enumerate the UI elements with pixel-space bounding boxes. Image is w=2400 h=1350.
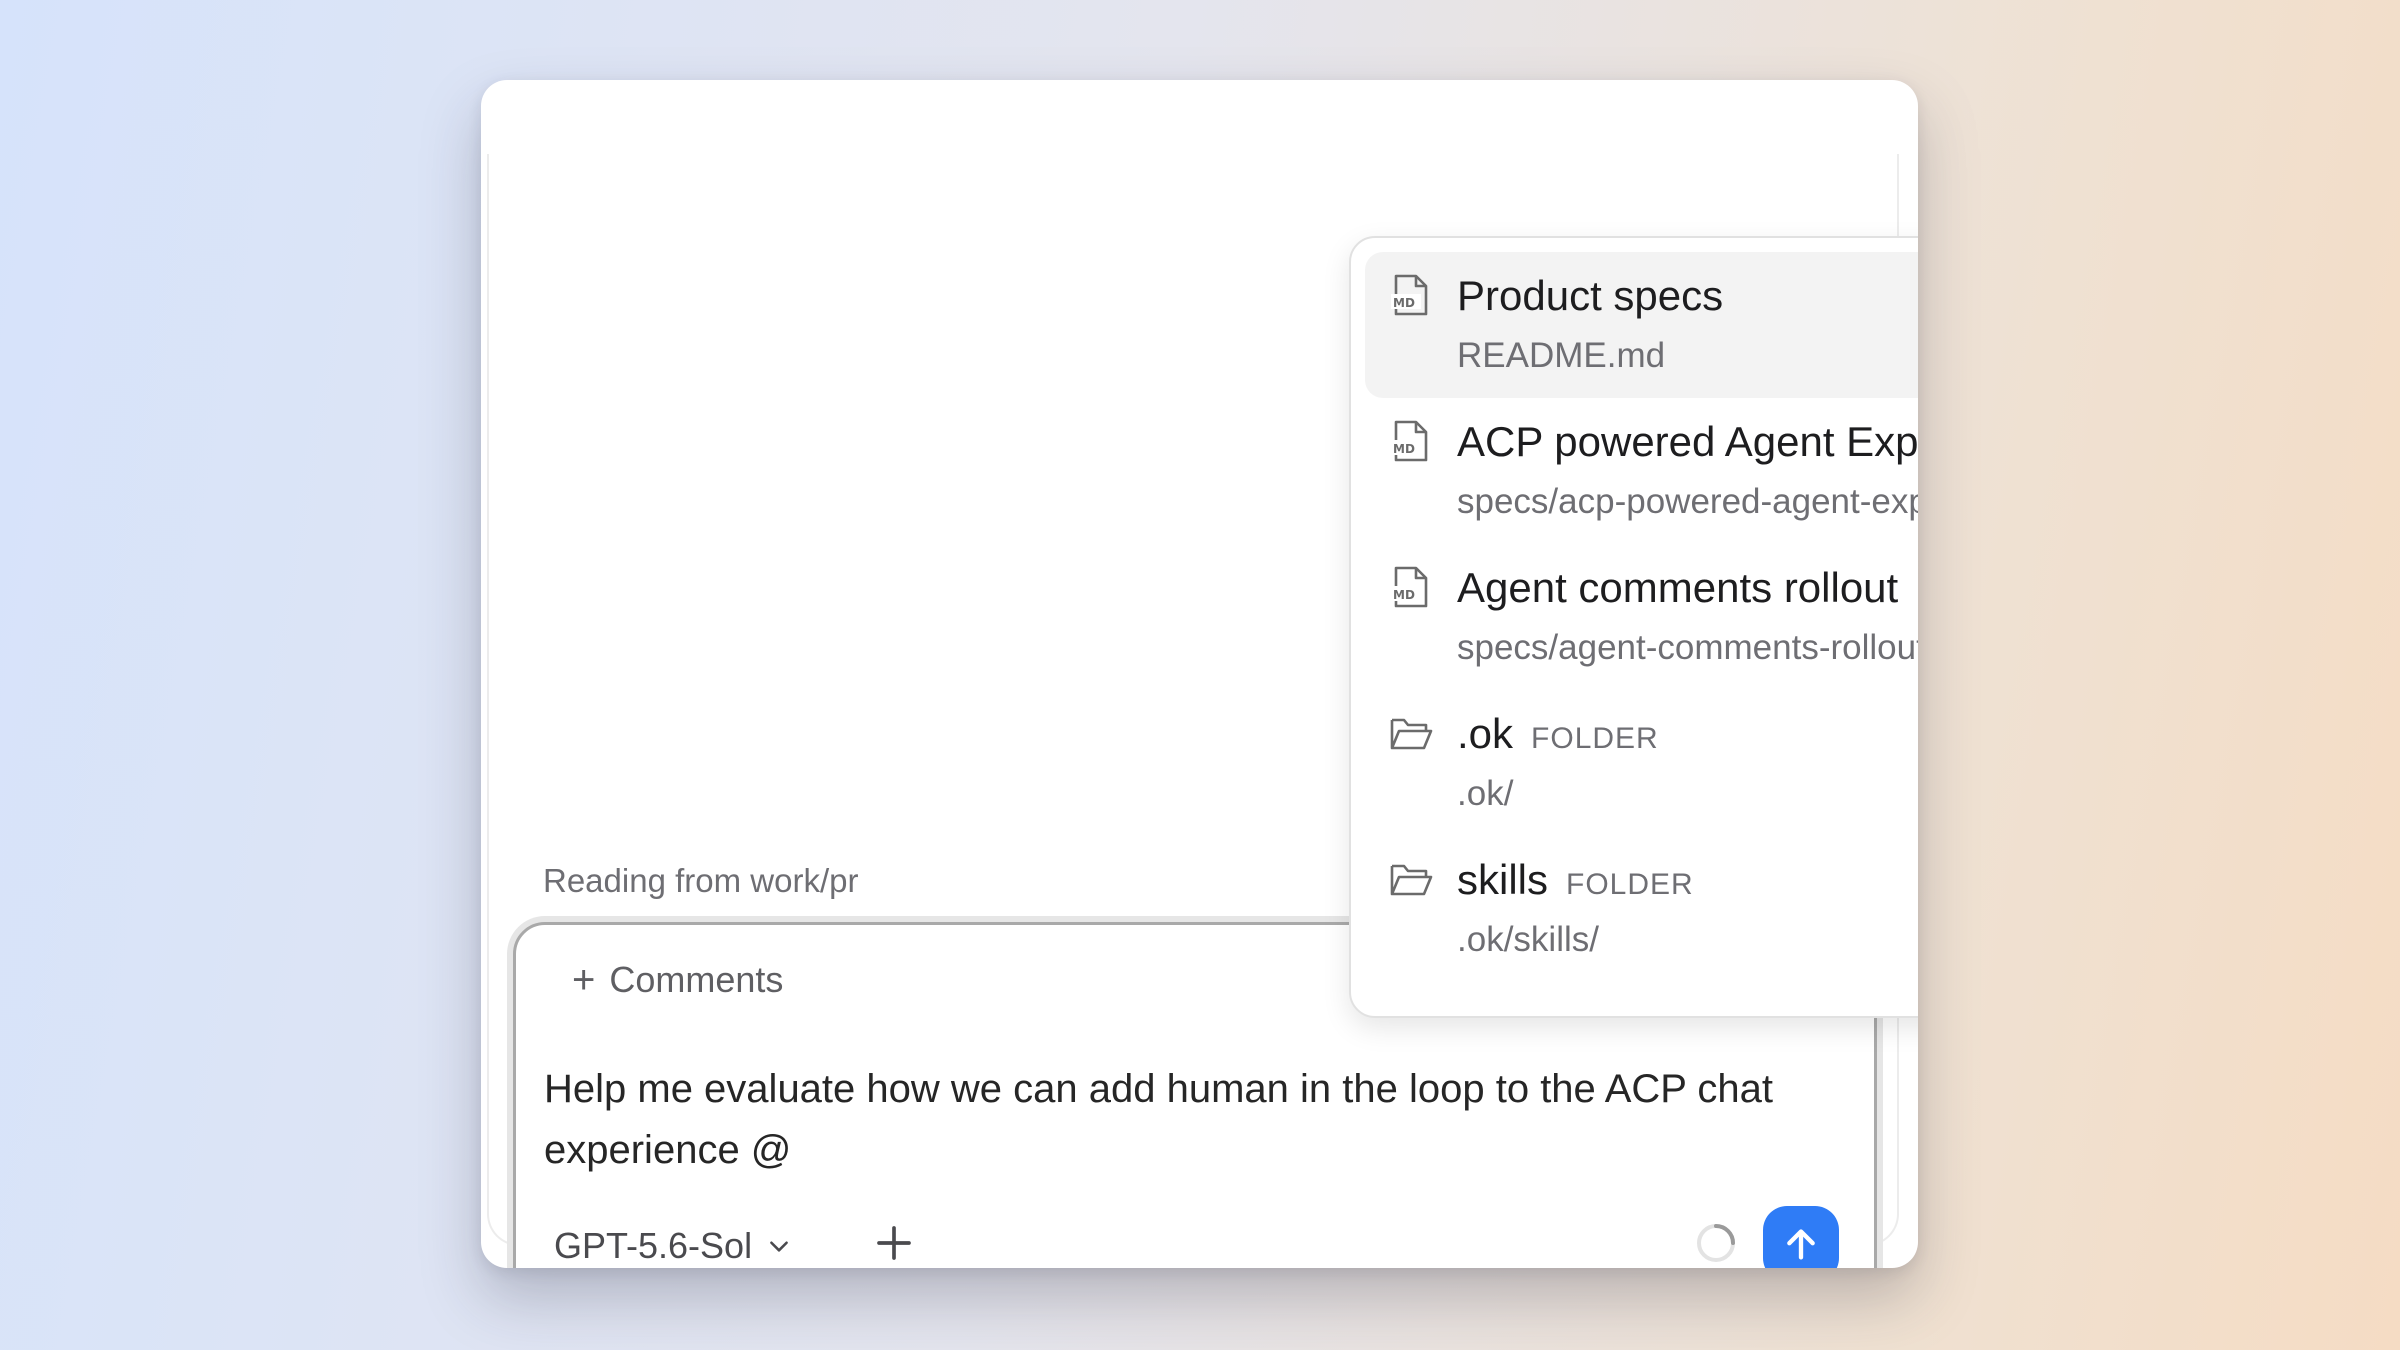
svg-text:MD: MD xyxy=(1393,588,1415,602)
folder-badge: FOLDER xyxy=(1531,722,1659,755)
mention-title-text: Product specs xyxy=(1457,272,1724,319)
mention-item-folder[interactable]: skills FOLDER .ok/skills/ xyxy=(1365,836,1918,982)
arrow-up-icon xyxy=(1787,1229,1815,1260)
plus-icon: + xyxy=(572,958,596,1002)
add-attachment-button[interactable] xyxy=(868,1217,920,1268)
markdown-file-icon: MD xyxy=(1391,420,1428,462)
svg-text:MD: MD xyxy=(1393,296,1415,310)
mention-title: Product specs xyxy=(1457,272,1723,320)
mention-title: ACP powered Agent Experiences xyxy=(1457,418,1918,466)
mention-path: README.md xyxy=(1457,336,1666,375)
mention-title-text: skills xyxy=(1457,856,1548,903)
mention-item-folder[interactable]: .ok FOLDER .ok/ xyxy=(1365,690,1918,836)
markdown-file-icon: MD xyxy=(1391,566,1428,608)
mention-title-text: Agent comments rollout xyxy=(1457,564,1899,611)
model-selector[interactable]: GPT-5.6-Sol xyxy=(554,1225,792,1267)
svg-text:MD: MD xyxy=(1393,442,1415,456)
mention-path: specs/acp-powered-agent-experiences.md xyxy=(1457,482,1918,521)
markdown-file-icon: MD xyxy=(1391,274,1428,316)
chevron-down-icon xyxy=(770,1241,788,1252)
mention-path: specs/agent-comments-rollout.md xyxy=(1457,628,1918,667)
add-comments-button[interactable]: + Comments xyxy=(572,959,783,1001)
mention-title: Agent comments rollout xyxy=(1457,564,1898,612)
mention-title-text: .ok xyxy=(1457,710,1514,757)
folder-icon xyxy=(1390,864,1433,896)
mention-path: .ok/ xyxy=(1457,774,1514,813)
send-button[interactable] xyxy=(1763,1206,1839,1268)
mention-title: .ok FOLDER xyxy=(1457,710,1659,758)
plus-icon xyxy=(877,1226,911,1260)
mention-item-file[interactable]: MD Product specs README.md xyxy=(1365,252,1918,398)
mention-item-file[interactable]: MD Agent comments rollout specs/agent-co… xyxy=(1365,544,1918,690)
model-label: GPT-5.6-Sol xyxy=(554,1225,753,1266)
mention-popover: MD Product specs README.md MD ACP powere… xyxy=(1349,236,1918,1018)
folder-icon xyxy=(1390,718,1433,750)
status-text: Reading from work/pr xyxy=(543,862,859,899)
mention-title-text: ACP powered Agent Experiences xyxy=(1457,418,1918,465)
loading-spinner-icon xyxy=(1697,1224,1735,1262)
mention-title: skills FOLDER xyxy=(1457,856,1694,904)
mention-path: .ok/skills/ xyxy=(1457,920,1599,959)
app-window: Reading from work/pr + Comments Help me … xyxy=(481,80,1918,1268)
prompt-input[interactable]: Help me evaluate how we can add human in… xyxy=(544,1059,1844,1181)
comments-label: Comments xyxy=(609,959,784,1000)
folder-badge: FOLDER xyxy=(1566,868,1694,901)
mention-item-file[interactable]: MD ACP powered Agent Experiences specs/a… xyxy=(1365,398,1918,544)
